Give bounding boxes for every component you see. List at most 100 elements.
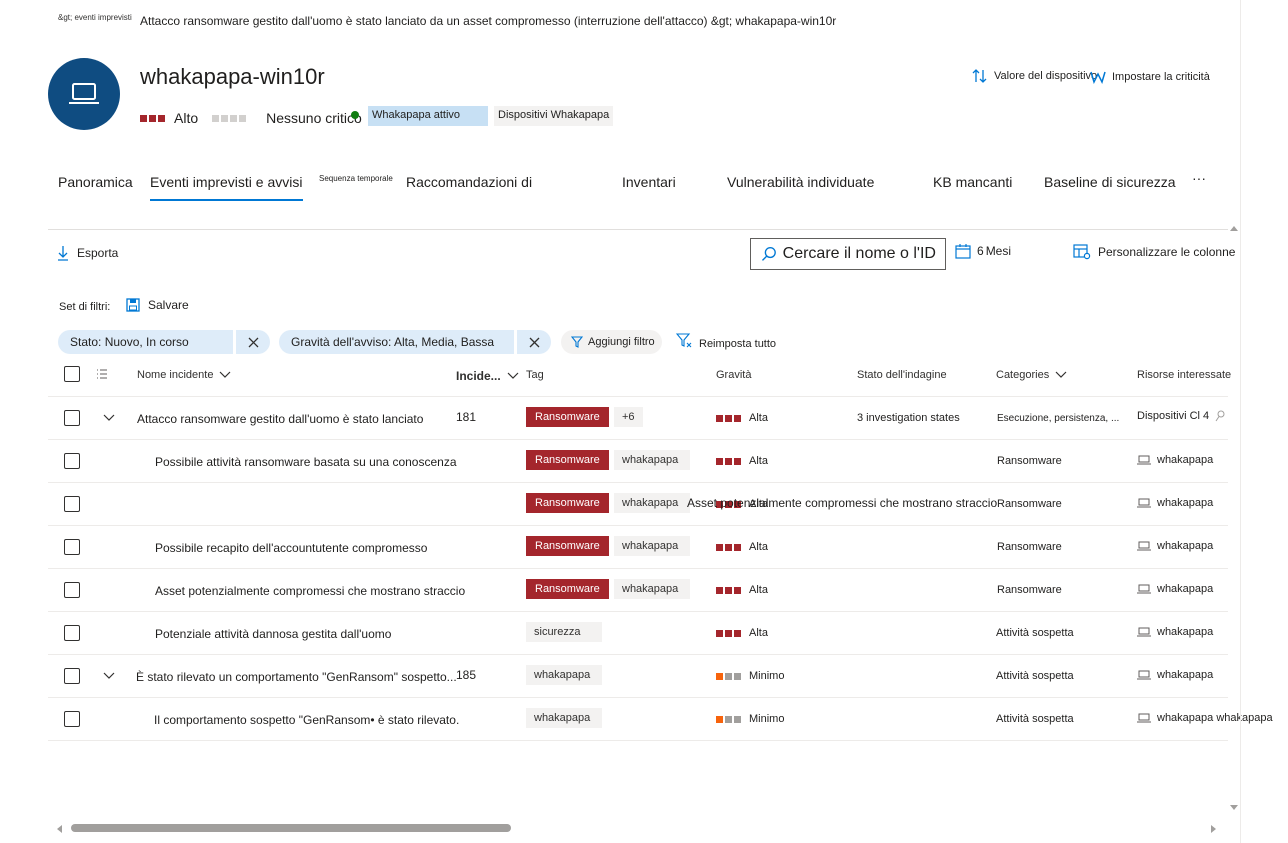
sort-down-icon xyxy=(507,372,519,379)
column-header-name[interactable]: Nome incidente xyxy=(137,369,231,381)
affected-resources[interactable]: whakapapa xyxy=(1137,497,1213,509)
row-checkbox[interactable] xyxy=(64,711,80,727)
column-header-categories[interactable]: Categories xyxy=(996,369,1067,381)
close-icon xyxy=(529,337,539,347)
criticality-label: Nessuno critico xyxy=(266,110,362,126)
select-all-checkbox[interactable] xyxy=(64,366,80,382)
row-divider xyxy=(48,439,1228,440)
chevron-down-icon[interactable] xyxy=(103,414,115,422)
export-label: Esporta xyxy=(77,246,119,260)
scroll-up-arrow-icon xyxy=(1230,226,1238,231)
category: Attività sospetta xyxy=(996,670,1074,682)
alert-name-overlay[interactable]: Asset potenzialmente compromessi che mos… xyxy=(687,496,997,510)
search-box[interactable]: Cercare il nome o l'ID xyxy=(750,238,946,270)
filter-chip-status[interactable]: Stato: Nuovo, In corso xyxy=(58,330,233,354)
affected-resources[interactable]: whakapapa xyxy=(1137,540,1213,552)
save-filters-button[interactable]: Salvare xyxy=(126,298,189,312)
severity-label: Alta xyxy=(749,541,768,553)
row-checkbox[interactable] xyxy=(64,496,80,512)
tab-inventories[interactable]: Inventari xyxy=(622,174,676,190)
laptop-icon xyxy=(1137,627,1151,637)
affected-resources[interactable]: Dispositivi Cl 4 xyxy=(1137,410,1225,422)
affected-resources[interactable]: whakapapa xyxy=(1137,669,1213,681)
affected-resources[interactable]: whakapapa whakapapa xyxy=(1137,712,1273,724)
severity-cell: Alta xyxy=(716,541,768,553)
tab-missing-kbs[interactable]: KB mancanti xyxy=(933,174,1012,190)
horizontal-scrollbar[interactable] xyxy=(55,822,1219,834)
row-divider xyxy=(48,482,1228,483)
column-tag-label: Tag xyxy=(526,369,544,381)
search-input[interactable]: Cercare il nome o l'ID xyxy=(783,245,945,263)
scroll-right-arrow-icon xyxy=(1211,825,1216,833)
add-filter-label: Aggiungi filtro xyxy=(588,336,655,348)
affected-resources[interactable]: whakapapa xyxy=(1137,454,1213,466)
severity-label: Minimo xyxy=(749,670,785,682)
tabs-overflow-button[interactable]: ··· xyxy=(1192,170,1206,186)
alert-name[interactable]: Asset potenzialmente compromessi che mos… xyxy=(155,584,465,598)
category: Ransomware xyxy=(997,584,1062,596)
customize-columns-label: Personalizzare le colonne xyxy=(1098,245,1236,259)
row-checkbox[interactable] xyxy=(64,668,80,684)
row-checkbox[interactable] xyxy=(64,453,80,469)
tag-device: whakapapa xyxy=(614,493,690,513)
row-checkbox[interactable] xyxy=(64,582,80,598)
alert-name[interactable]: Possibile attività ransomware basata su … xyxy=(155,455,457,469)
column-header-tag[interactable]: Tag xyxy=(526,369,544,381)
column-header-resources[interactable]: Risorse interessate xyxy=(1137,369,1231,381)
column-header-severity[interactable]: Gravità xyxy=(716,369,751,381)
reset-filters-button[interactable]: Reimposta tutto xyxy=(676,332,776,350)
alert-name[interactable]: Il comportamento sospetto "GenRansom• è … xyxy=(154,713,459,727)
tab-security-baseline[interactable]: Baseline di sicurezza xyxy=(1044,174,1176,190)
tab-vulnerabilities[interactable]: Vulnerabilità individuate xyxy=(727,174,874,190)
tab-incidents-alerts[interactable]: Eventi imprevisti e avvisi xyxy=(150,174,303,201)
filter-reset-icon xyxy=(676,333,692,348)
column-header-investigation[interactable]: Stato dell'indagine xyxy=(857,369,947,381)
period-selector[interactable]: 6 Mesi xyxy=(955,243,1011,259)
affected-resources[interactable]: whakapapa xyxy=(1137,583,1213,595)
alert-name[interactable]: Potenziale attività dannosa gestita dall… xyxy=(155,627,391,641)
device-tag-active[interactable]: Whakapapa attivo xyxy=(368,106,488,126)
row-checkbox[interactable] xyxy=(64,625,80,641)
tab-recommendations[interactable]: Raccomandazioni di xyxy=(406,174,532,190)
resource-label: whakapapa xyxy=(1157,583,1214,595)
tag-device: whakapapa xyxy=(614,536,690,556)
affected-resources[interactable]: whakapapa xyxy=(1137,626,1213,638)
severity-cell: Alta xyxy=(716,584,768,596)
tag-device: whakapapa xyxy=(614,450,690,470)
alert-name[interactable]: Possibile recapito dell'accountutente co… xyxy=(155,541,427,555)
add-filter-button[interactable]: Aggiungi filtro xyxy=(561,330,662,354)
remove-severity-filter-button[interactable] xyxy=(517,330,551,354)
set-criticality-button[interactable]: Impostare la criticità xyxy=(1090,70,1210,84)
severity-cell: Alta xyxy=(716,455,768,467)
incident-id: 185 xyxy=(456,668,477,682)
scroll-left-arrow-icon xyxy=(57,825,62,833)
tab-timeline[interactable]: Sequenza temporale xyxy=(319,174,393,183)
incident-name[interactable]: È stato rilevato un comportamento "GenRa… xyxy=(136,670,457,684)
tag-more[interactable]: +6 xyxy=(614,407,643,427)
tab-overview[interactable]: Panoramica xyxy=(58,174,133,190)
tag-security: sicurezza xyxy=(526,622,602,642)
chevron-down-icon xyxy=(220,371,231,378)
list-view-icon[interactable] xyxy=(96,368,108,380)
severity-high-indicator xyxy=(716,457,741,465)
severity-label: Alta xyxy=(749,584,768,596)
device-title: whakapapa-win10r xyxy=(140,64,325,89)
filter-chip-severity[interactable]: Gravità dell'avviso: Alta, Media, Bassa xyxy=(279,330,514,354)
device-value-button[interactable]: Valore del dispositivo xyxy=(972,68,1097,84)
period-unit: Mesi xyxy=(985,244,1012,258)
remove-status-filter-button[interactable] xyxy=(236,330,270,354)
vertical-scrollbar[interactable] xyxy=(1228,224,1240,818)
risk-label: Alto xyxy=(174,110,199,126)
row-checkbox[interactable] xyxy=(64,410,80,426)
severity-cell: Alta xyxy=(716,627,768,639)
customize-columns-button[interactable]: Personalizzare le colonne xyxy=(1073,244,1235,260)
breadcrumb-parent[interactable]: &gt; eventi imprevisti xyxy=(58,13,132,22)
device-tag-group[interactable]: Dispositivi Whakapapa xyxy=(494,106,614,126)
header-divider xyxy=(48,396,1228,397)
chevron-down-icon[interactable] xyxy=(103,672,115,680)
horizontal-scroll-thumb[interactable] xyxy=(71,824,511,832)
incident-name[interactable]: Attacco ransomware gestito dall'uomo è s… xyxy=(137,412,423,426)
export-button[interactable]: Esporta xyxy=(57,245,118,261)
row-checkbox[interactable] xyxy=(64,539,80,555)
column-header-id[interactable]: Incide... xyxy=(456,369,519,383)
